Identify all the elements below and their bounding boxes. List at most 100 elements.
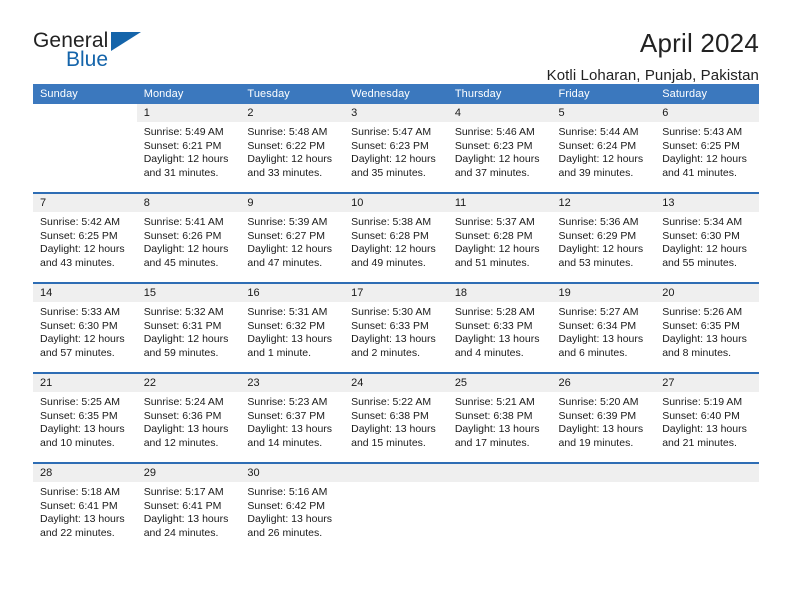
day-number: 18 xyxy=(447,284,552,302)
sunrise-text: Sunrise: 5:32 AM xyxy=(143,306,224,318)
calendar-day-cell[interactable]: 23 Sunrise: 5:23 AM Sunset: 6:37 PM Dayligh… xyxy=(240,372,345,463)
daylight-text-cont: and 39 minutes. xyxy=(558,166,634,179)
daylight-text: Daylight: 12 hours xyxy=(143,153,229,165)
calendar-day-cell[interactable]: 18 Sunrise: 5:28 AM Sunset: 6:33 PM Dayligh… xyxy=(447,282,552,373)
sunrise-text: Sunrise: 5:36 AM xyxy=(558,216,639,228)
day-details: Sunrise: 5:47 AM Sunset: 6:23 PM Daylight:… xyxy=(344,122,448,192)
page-header: General Blue April 2024 Kotli Loharan, P… xyxy=(33,0,759,84)
calendar-week-row: 21 Sunrise: 5:25 AM Sunset: 6:35 PM Dayligh… xyxy=(33,372,759,463)
day-number: 2 xyxy=(240,104,345,122)
day-details: Sunrise: 5:37 AM Sunset: 6:28 PM Daylight:… xyxy=(448,212,552,282)
calendar-day-cell[interactable]: 3 Sunrise: 5:47 AM Sunset: 6:23 PM Daylight… xyxy=(344,104,448,193)
daylight-text-cont: and 2 minutes. xyxy=(351,346,420,359)
day-details: Sunrise: 5:36 AM Sunset: 6:29 PM Daylight:… xyxy=(552,212,656,282)
sunset-text: Sunset: 6:25 PM xyxy=(40,229,118,242)
calendar-day-cell[interactable]: 2 Sunrise: 5:48 AM Sunset: 6:22 PM Daylight… xyxy=(240,104,345,193)
calendar-day-cell[interactable]: 29 Sunrise: 5:17 AM Sunset: 6:41 PM Dayligh… xyxy=(136,462,241,552)
weekday-header-thursday: Thursday xyxy=(447,84,552,104)
calendar-day-cell[interactable]: 9 Sunrise: 5:39 AM Sunset: 6:27 PM Daylight… xyxy=(240,192,345,283)
day-number: 25 xyxy=(447,374,552,392)
calendar-day-cell[interactable]: 11 Sunrise: 5:37 AM Sunset: 6:28 PM Dayligh… xyxy=(447,192,552,283)
day-details: Sunrise: 5:41 AM Sunset: 6:26 PM Daylight:… xyxy=(137,212,241,282)
day-details: Sunrise: 5:27 AM Sunset: 6:34 PM Daylight:… xyxy=(552,302,656,372)
calendar-day-cell[interactable]: 25 Sunrise: 5:21 AM Sunset: 6:38 PM Dayligh… xyxy=(447,372,552,463)
calendar-day-cell[interactable]: 12 Sunrise: 5:36 AM Sunset: 6:29 PM Dayligh… xyxy=(551,192,656,283)
calendar-body: 1 Sunrise: 5:49 AM Sunset: 6:21 PM Daylight… xyxy=(33,104,759,552)
day-number: 26 xyxy=(551,374,656,392)
daylight-text: Daylight: 12 hours xyxy=(247,153,333,165)
daylight-text-cont: and 33 minutes. xyxy=(247,166,323,179)
day-details: Sunrise: 5:18 AM Sunset: 6:41 PM Daylight:… xyxy=(33,482,137,552)
brand-logo: General Blue xyxy=(33,28,203,70)
sunset-text: Sunset: 6:38 PM xyxy=(351,409,429,422)
daylight-text: Daylight: 13 hours xyxy=(351,333,436,345)
day-details: Sunrise: 5:24 AM Sunset: 6:36 PM Daylight:… xyxy=(137,392,241,462)
calendar-day-cell[interactable]: 13 Sunrise: 5:34 AM Sunset: 6:30 PM Dayligh… xyxy=(655,192,759,283)
calendar-day-cell[interactable]: 24 Sunrise: 5:22 AM Sunset: 6:38 PM Dayligh… xyxy=(344,372,448,463)
daylight-text: Daylight: 13 hours xyxy=(558,423,644,435)
sunset-text: Sunset: 6:38 PM xyxy=(454,409,533,422)
daylight-text-cont: and 57 minutes. xyxy=(40,346,115,359)
daylight-text: Daylight: 12 hours xyxy=(454,243,540,255)
weekday-header-tuesday: Tuesday xyxy=(240,84,345,104)
calendar-day-cell[interactable]: 16 Sunrise: 5:31 AM Sunset: 6:32 PM Dayligh… xyxy=(240,282,345,373)
calendar-day-cell[interactable]: 30 Sunrise: 5:16 AM Sunset: 6:42 PM Dayligh… xyxy=(240,462,345,552)
calendar-day-cell[interactable]: 19 Sunrise: 5:27 AM Sunset: 6:34 PM Dayligh… xyxy=(551,282,656,373)
daylight-text: Daylight: 13 hours xyxy=(247,333,333,345)
day-number: 11 xyxy=(447,194,552,212)
sunset-text: Sunset: 6:33 PM xyxy=(351,319,429,332)
daylight-text: Daylight: 12 hours xyxy=(40,333,125,345)
calendar-day-cell[interactable]: 15 Sunrise: 5:32 AM Sunset: 6:31 PM Dayligh… xyxy=(136,282,241,373)
day-number: 19 xyxy=(551,284,656,302)
day-details xyxy=(33,122,137,192)
daylight-text-cont: and 55 minutes. xyxy=(662,256,737,269)
sunrise-text: Sunrise: 5:49 AM xyxy=(143,126,224,138)
sunrise-text: Sunrise: 5:19 AM xyxy=(662,396,743,408)
calendar-day-cell[interactable]: 22 Sunrise: 5:24 AM Sunset: 6:36 PM Dayligh… xyxy=(136,372,241,463)
day-number: 21 xyxy=(33,374,137,392)
calendar-day-cell[interactable]: 1 Sunrise: 5:49 AM Sunset: 6:21 PM Daylight… xyxy=(136,104,241,193)
calendar-day-cell[interactable]: 7 Sunrise: 5:42 AM Sunset: 6:25 PM Daylight… xyxy=(33,192,137,283)
calendar-day-cell[interactable]: 27 Sunrise: 5:19 AM Sunset: 6:40 PM Dayligh… xyxy=(655,372,759,463)
day-details: Sunrise: 5:31 AM Sunset: 6:32 PM Daylight:… xyxy=(240,302,344,372)
day-number: 14 xyxy=(33,284,137,302)
sunrise-text: Sunrise: 5:37 AM xyxy=(454,216,535,228)
daylight-text-cont: and 1 minute. xyxy=(247,346,312,359)
calendar-day-cell[interactable]: 8 Sunrise: 5:41 AM Sunset: 6:26 PM Daylight… xyxy=(136,192,241,283)
daylight-text-cont: and 35 minutes. xyxy=(351,166,426,179)
day-number: 15 xyxy=(136,284,241,302)
daylight-text: Daylight: 13 hours xyxy=(558,333,644,345)
daylight-text-cont: and 47 minutes. xyxy=(247,256,323,269)
calendar-week-row: 7 Sunrise: 5:42 AM Sunset: 6:25 PM Daylight… xyxy=(33,192,759,283)
calendar-day-cell[interactable]: 26 Sunrise: 5:20 AM Sunset: 6:39 PM Dayligh… xyxy=(551,372,656,463)
calendar-day-cell[interactable]: 14 Sunrise: 5:33 AM Sunset: 6:30 PM Dayligh… xyxy=(33,282,137,373)
calendar-day-cell[interactable]: 20 Sunrise: 5:26 AM Sunset: 6:35 PM Dayligh… xyxy=(655,282,759,373)
day-details: Sunrise: 5:22 AM Sunset: 6:38 PM Daylight:… xyxy=(344,392,448,462)
calendar-day-cell[interactable]: 4 Sunrise: 5:46 AM Sunset: 6:23 PM Daylight… xyxy=(447,104,552,193)
calendar-day-cell[interactable]: 21 Sunrise: 5:25 AM Sunset: 6:35 PM Dayligh… xyxy=(33,372,137,463)
page-title: April 2024 xyxy=(639,28,759,58)
daylight-text: Daylight: 13 hours xyxy=(662,333,747,345)
sunrise-text: Sunrise: 5:39 AM xyxy=(247,216,328,228)
day-details: Sunrise: 5:44 AM Sunset: 6:24 PM Daylight:… xyxy=(552,122,656,192)
sunrise-text: Sunrise: 5:34 AM xyxy=(662,216,743,228)
sunset-text: Sunset: 6:35 PM xyxy=(662,319,740,332)
weekday-header-wednesday: Wednesday xyxy=(344,84,448,104)
calendar-day-cell[interactable]: 5 Sunrise: 5:44 AM Sunset: 6:24 PM Daylight… xyxy=(551,104,656,193)
day-details: Sunrise: 5:19 AM Sunset: 6:40 PM Daylight:… xyxy=(655,392,759,462)
day-details: Sunrise: 5:34 AM Sunset: 6:30 PM Daylight:… xyxy=(655,212,759,282)
sunset-text: Sunset: 6:30 PM xyxy=(662,229,740,242)
sunrise-text: Sunrise: 5:28 AM xyxy=(454,306,535,318)
calendar-day-cell[interactable]: 10 Sunrise: 5:38 AM Sunset: 6:28 PM Dayligh… xyxy=(344,192,448,283)
calendar-day-cell[interactable]: 6 Sunrise: 5:43 AM Sunset: 6:25 PM Daylight… xyxy=(655,104,759,193)
daylight-text-cont: and 14 minutes. xyxy=(247,436,323,449)
brand-name-blue: Blue xyxy=(66,48,109,71)
daylight-text-cont: and 53 minutes. xyxy=(558,256,634,269)
calendar-day-cell[interactable]: 17 Sunrise: 5:30 AM Sunset: 6:33 PM Dayligh… xyxy=(344,282,448,373)
sunset-text: Sunset: 6:35 PM xyxy=(40,409,118,422)
day-details: Sunrise: 5:17 AM Sunset: 6:41 PM Daylight:… xyxy=(137,482,241,552)
day-details: Sunrise: 5:42 AM Sunset: 6:25 PM Daylight:… xyxy=(33,212,137,282)
calendar-day-cell[interactable]: 28 Sunrise: 5:18 AM Sunset: 6:41 PM Dayligh… xyxy=(33,462,137,552)
daylight-text-cont: and 15 minutes. xyxy=(351,436,426,449)
sunset-text: Sunset: 6:41 PM xyxy=(143,499,222,512)
